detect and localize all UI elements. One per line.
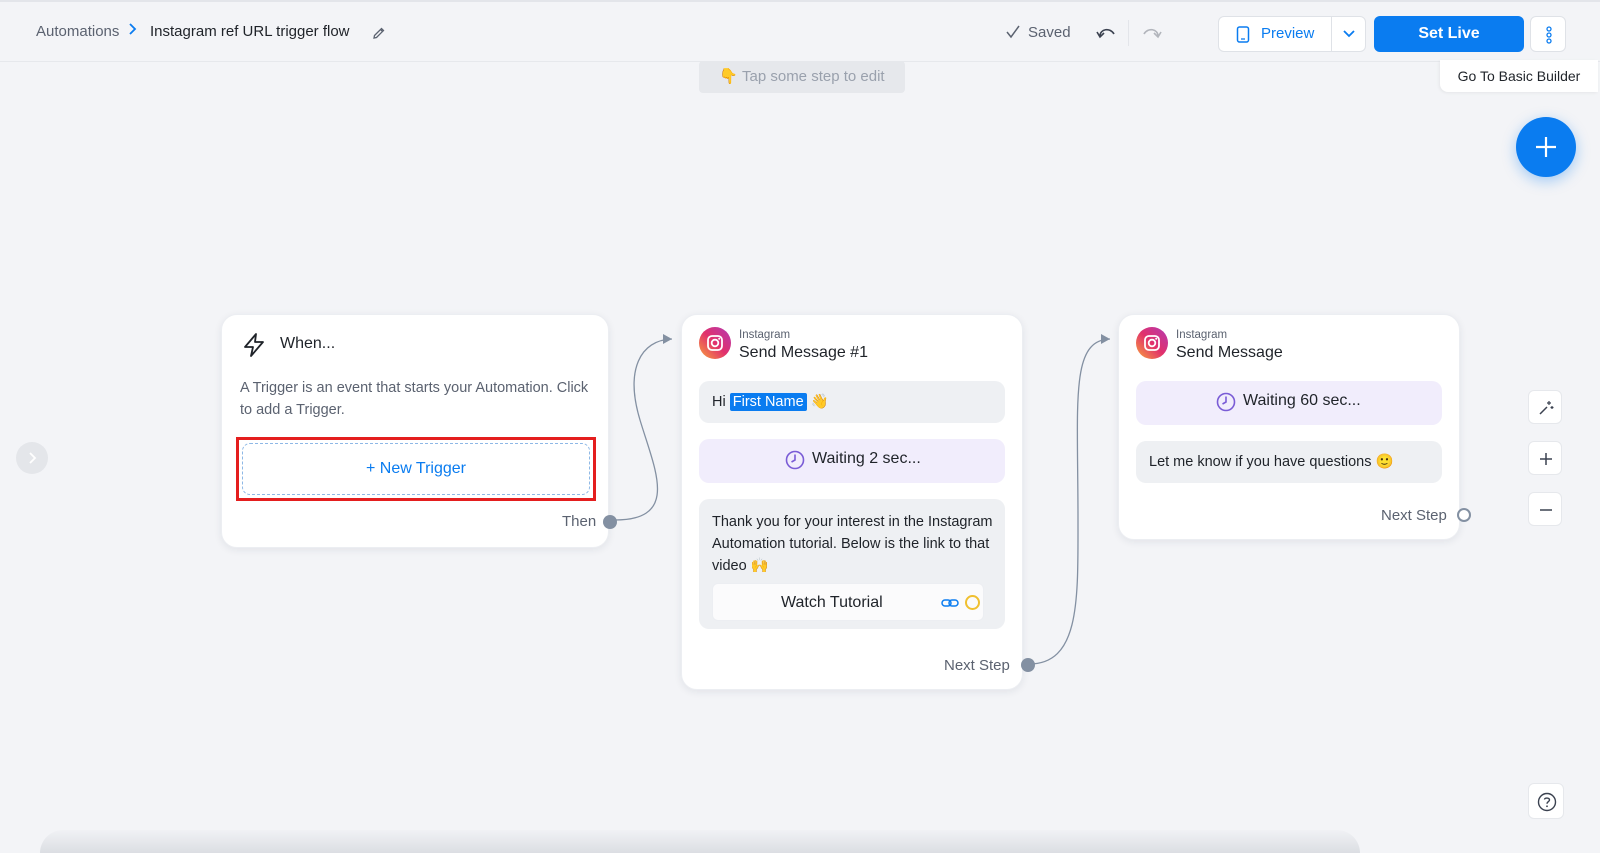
- then-label: Then: [562, 513, 597, 530]
- preview-button-group: Preview: [1218, 16, 1366, 52]
- toolbar-divider: [1128, 20, 1129, 46]
- pencil-icon[interactable]: [372, 26, 386, 40]
- redo-icon[interactable]: [1140, 24, 1162, 44]
- more-vertical-icon: [1546, 26, 1552, 44]
- node-title: Send Message: [1176, 344, 1283, 361]
- set-live-button[interactable]: Set Live: [1374, 16, 1524, 52]
- edit-tip: 👇 Tap some step to edit: [699, 61, 905, 93]
- watch-tutorial-label: Watch Tutorial: [781, 594, 883, 611]
- sidebar-toggle-button[interactable]: [16, 442, 48, 474]
- phone-icon: [1236, 26, 1250, 43]
- auto-arrange-button[interactable]: [1528, 390, 1562, 424]
- wait-step-60s[interactable]: Waiting 60 sec...: [1136, 381, 1442, 425]
- undo-icon[interactable]: [1096, 24, 1118, 44]
- tutorial-message[interactable]: Thank you for your interest in the Insta…: [699, 499, 1005, 629]
- channel-label: Instagram: [1176, 329, 1228, 341]
- help-button[interactable]: [1528, 783, 1564, 819]
- next-step-output-port[interactable]: [1021, 658, 1035, 672]
- chevron-right-icon: [29, 452, 37, 464]
- new-trigger-highlight: + New Trigger: [236, 437, 596, 501]
- node-title: Send Message #1: [739, 344, 868, 361]
- clock-icon: [1216, 392, 1236, 412]
- chevron-right-icon: [128, 22, 138, 41]
- plus-icon: [1540, 453, 1552, 465]
- trigger-node-title: When...: [280, 335, 336, 352]
- next-step-label: Next Step: [944, 657, 1010, 674]
- wait-label: Waiting 60 sec...: [1243, 392, 1361, 409]
- preview-label: Preview: [1261, 25, 1315, 42]
- wave-emoji: 👋: [810, 394, 829, 410]
- more-options-button[interactable]: [1530, 16, 1566, 52]
- add-step-button[interactable]: [1516, 117, 1576, 177]
- chevron-down-icon: [1343, 30, 1355, 38]
- questions-text: Let me know if you have questions 🙂: [1149, 454, 1394, 470]
- preview-dropdown-button[interactable]: [1332, 17, 1366, 51]
- channel-label: Instagram: [739, 329, 791, 341]
- greeting-prefix: Hi: [712, 394, 726, 410]
- questions-message[interactable]: Let me know if you have questions 🙂: [1136, 441, 1442, 483]
- send-message-1-node[interactable]: Instagram Send Message #1 Hi First Name …: [681, 314, 1035, 690]
- zoom-out-button[interactable]: [1528, 492, 1562, 526]
- check-icon: [1006, 25, 1020, 39]
- clock-icon: [785, 450, 805, 470]
- breadcrumb-automations[interactable]: Automations: [36, 23, 119, 40]
- trigger-node[interactable]: When... A Trigger is an event that start…: [221, 314, 617, 548]
- wait-step-2s[interactable]: Waiting 2 sec...: [699, 439, 1005, 483]
- next-step-label: Next Step: [1381, 507, 1447, 524]
- tutorial-text: Thank you for your interest in the Insta…: [712, 514, 993, 574]
- bottom-panel-edge: [40, 830, 1360, 853]
- flow-title: Instagram ref URL trigger flow: [150, 23, 350, 40]
- send-message-node[interactable]: Instagram Send Message Waiting 60 sec...…: [1118, 314, 1471, 540]
- then-output-port[interactable]: [603, 515, 617, 529]
- saved-status: Saved: [1028, 24, 1071, 41]
- next-step-output-port[interactable]: [1457, 508, 1471, 522]
- magic-wand-icon: [1539, 401, 1554, 415]
- instagram-icon: [1136, 327, 1168, 359]
- minus-icon: [1540, 509, 1552, 511]
- preview-button[interactable]: Preview: [1219, 17, 1331, 51]
- button-output-port[interactable]: [965, 595, 980, 610]
- wait-label: Waiting 2 sec...: [812, 450, 921, 467]
- zoom-in-button[interactable]: [1528, 441, 1562, 475]
- trigger-description: A Trigger is an event that starts your A…: [240, 380, 589, 418]
- greeting-message[interactable]: Hi First Name 👋: [699, 381, 1005, 423]
- new-trigger-button[interactable]: + New Trigger: [242, 443, 590, 495]
- bolt-icon: [240, 331, 268, 359]
- instagram-icon: [699, 327, 731, 359]
- top-bar: Automations Instagram ref URL trigger fl…: [0, 0, 1600, 62]
- go-to-basic-builder-button[interactable]: Go To Basic Builder: [1440, 60, 1598, 92]
- link-icon: [941, 596, 959, 610]
- first-name-variable: First Name: [729, 393, 807, 411]
- watch-tutorial-button[interactable]: Watch Tutorial: [712, 583, 984, 621]
- plus-icon: [1536, 137, 1556, 157]
- help-icon: [1537, 792, 1557, 812]
